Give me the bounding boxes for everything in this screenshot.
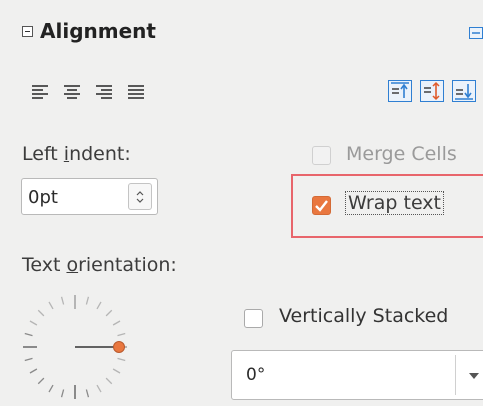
wrap-text-checkbox[interactable]: [312, 196, 331, 215]
align-right-icon[interactable]: [95, 85, 113, 99]
dial-tick: [37, 309, 45, 317]
dial-tick: [60, 296, 65, 305]
dial-tick: [24, 332, 33, 337]
dial-tick: [117, 357, 126, 362]
align-center-icon[interactable]: [63, 85, 81, 99]
dial-tick: [60, 389, 65, 398]
checkmark-icon: [315, 200, 328, 212]
spin-buttons[interactable]: [128, 183, 152, 210]
vertically-stacked-label: Vertically Stacked: [279, 305, 449, 327]
align-top-icon[interactable]: [388, 80, 412, 102]
dial-tick: [96, 384, 102, 393]
left-indent-spinbox[interactable]: 0pt: [21, 178, 158, 215]
dial-tick: [48, 301, 54, 310]
align-justify-icon[interactable]: [127, 85, 145, 99]
merge-cells-checkbox[interactable]: [312, 146, 331, 165]
dial-tick: [105, 309, 113, 317]
dial-tick: [85, 389, 90, 398]
align-bottom-icon[interactable]: [452, 80, 476, 102]
dial-tick: [48, 384, 54, 393]
rotation-angle-combobox[interactable]: 0°: [231, 350, 483, 400]
left-indent-value[interactable]: 0pt: [28, 187, 58, 208]
dial-tick: [117, 332, 126, 337]
merge-cells-label: Merge Cells: [346, 143, 457, 165]
orientation-dial[interactable]: [19, 291, 135, 401]
dial-tick: [29, 320, 38, 326]
dial-tick: [112, 368, 121, 374]
collapse-toggle[interactable]: [22, 26, 33, 37]
spin-arrows-icon[interactable]: [135, 188, 145, 206]
vertically-stacked-checkbox[interactable]: [244, 309, 263, 328]
dial-tick: [29, 368, 38, 374]
dial-tick: [112, 320, 121, 326]
dial-tick: [24, 357, 33, 362]
text-orientation-label: Text orientation:: [22, 254, 177, 276]
dial-tick: [96, 301, 102, 310]
align-middle-icon[interactable]: [420, 80, 444, 102]
more-options-icon[interactable]: [469, 27, 483, 39]
left-indent-label: Left indent:: [22, 143, 131, 165]
rotation-angle-value[interactable]: 0°: [246, 365, 265, 385]
dropdown-arrow-icon[interactable]: [468, 371, 480, 381]
wrap-text-label[interactable]: Wrap text: [345, 191, 444, 215]
combo-separator: [455, 355, 456, 395]
dial-tick: [105, 377, 113, 385]
dial-tick: [37, 377, 45, 385]
section-title: Alignment: [40, 19, 156, 43]
dial-tick: [85, 296, 90, 305]
align-left-icon[interactable]: [31, 85, 49, 99]
